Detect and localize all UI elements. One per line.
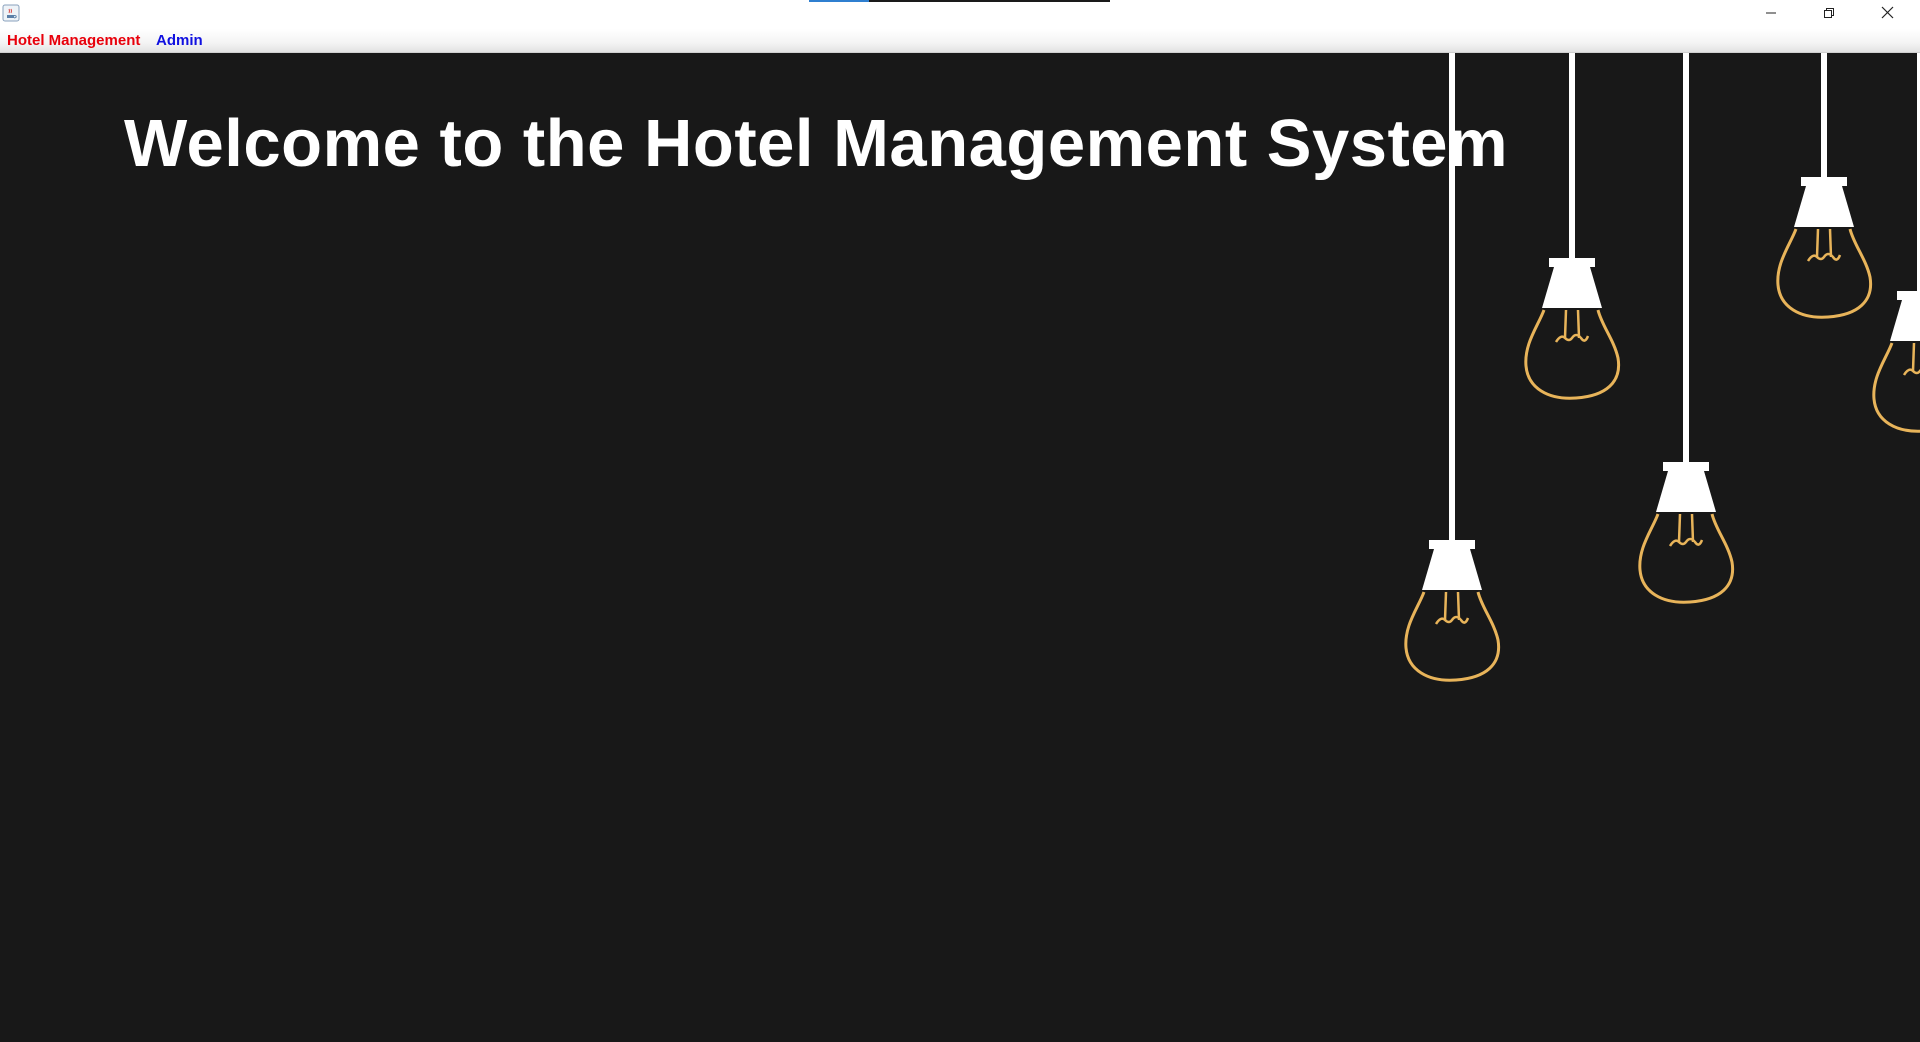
main-panel: Welcome to the Hotel Management System <box>0 53 1920 1042</box>
title-bar[interactable] <box>0 0 1920 29</box>
light-bulb <box>1404 53 1501 682</box>
light-bulb <box>1776 53 1873 319</box>
title-loading-bar <box>809 0 1110 2</box>
hanging-light-bulbs-image <box>1404 53 1920 682</box>
minimize-button[interactable] <box>1742 0 1800 29</box>
menu-admin[interactable]: Admin <box>156 32 203 49</box>
minimize-icon <box>1765 6 1777 24</box>
menu-bar: Hotel Management Admin <box>0 29 1920 53</box>
menu-hotel-management[interactable]: Hotel Management <box>7 32 140 49</box>
close-button[interactable] <box>1858 0 1916 29</box>
light-bulb <box>1872 53 1920 433</box>
light-bulb <box>1524 53 1621 400</box>
close-icon <box>1881 6 1894 24</box>
maximize-button[interactable] <box>1800 0 1858 29</box>
restore-icon <box>1823 6 1835 24</box>
light-bulb <box>1638 53 1735 604</box>
title-loading-bar-fill <box>809 0 870 2</box>
java-cup-icon[interactable] <box>2 4 20 22</box>
application-window: Hotel Management Admin Welcome to the Ho… <box>0 0 1920 1042</box>
